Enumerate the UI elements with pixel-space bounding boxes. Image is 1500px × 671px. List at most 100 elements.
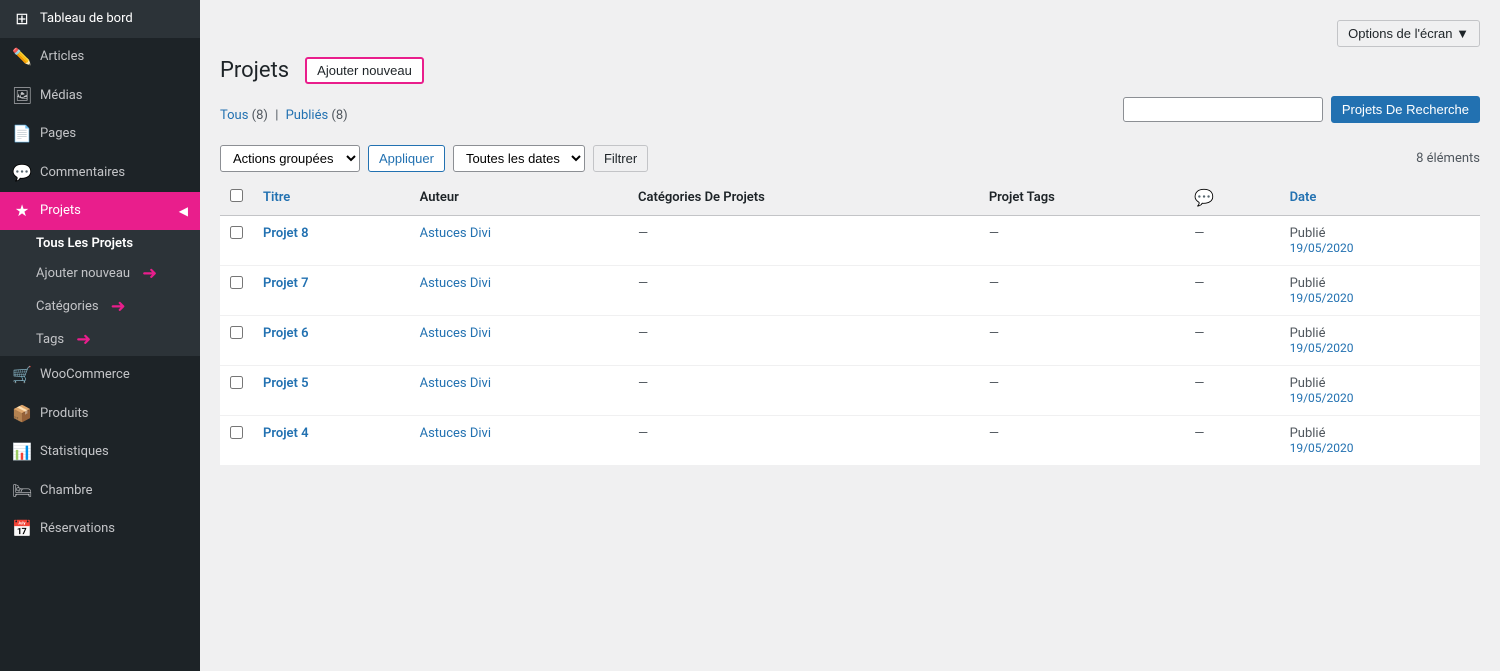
col-comments: 💬 [1184, 180, 1279, 216]
sidebar-item-produits[interactable]: 📦 Produits [0, 395, 200, 433]
filter-links: Tous (8) | Publiés (8) [220, 108, 348, 123]
row-checkbox-cell [220, 366, 253, 416]
row-date: Publié 19/05/2020 [1280, 416, 1480, 466]
project-title-link[interactable]: Projet 4 [263, 426, 309, 441]
date-link[interactable]: 19/05/2020 [1290, 441, 1470, 455]
col-titre[interactable]: Titre [253, 180, 410, 216]
table-row: Projet 7 Astuces Divi — — — Publié 19/05… [220, 266, 1480, 316]
project-title-link[interactable]: Projet 8 [263, 226, 309, 241]
filter-publies[interactable]: Publiés [286, 108, 329, 123]
table-row: Projet 5 Astuces Divi — — — Publié 19/05… [220, 366, 1480, 416]
row-titre: Projet 4 [253, 416, 410, 466]
sidebar-item-ajouter-nouveau[interactable]: Ajouter nouveau ➜ [0, 257, 200, 290]
reservations-icon: 📅 [12, 518, 32, 540]
filter-tous[interactable]: Tous [220, 108, 248, 123]
row-checkbox-cell [220, 266, 253, 316]
row-tags: — [979, 366, 1184, 416]
sidebar-item-chambre[interactable]: 🛏 Chambre [0, 472, 200, 510]
author-link[interactable]: Astuces Divi [420, 326, 491, 341]
main-content: Options de l'écran ▼ Projets Ajouter nou… [200, 0, 1500, 671]
col-categories: Catégories De Projets [628, 180, 979, 216]
row-tags: — [979, 266, 1184, 316]
commentaires-icon: 💬 [12, 162, 32, 184]
row-date: Publié 19/05/2020 [1280, 316, 1480, 366]
medias-icon: 🖼 [12, 85, 32, 107]
row-date: Publié 19/05/2020 [1280, 216, 1480, 266]
screen-options-button[interactable]: Options de l'écran ▼ [1337, 20, 1480, 47]
sidebar-item-medias[interactable]: 🖼 Médias [0, 77, 200, 115]
author-link[interactable]: Astuces Divi [420, 276, 491, 291]
row-auteur: Astuces Divi [410, 316, 628, 366]
row-comments: — [1184, 316, 1279, 366]
sidebar-item-pages[interactable]: 📄 Pages [0, 115, 200, 153]
row-auteur: Astuces Divi [410, 416, 628, 466]
row-titre: Projet 5 [253, 366, 410, 416]
row-checkbox-cell [220, 316, 253, 366]
row-checkbox-cell [220, 416, 253, 466]
articles-icon: ✏️ [12, 46, 32, 68]
sidebar-item-projets[interactable]: ★ Projets ◀ [0, 192, 200, 230]
add-new-button[interactable]: Ajouter nouveau [305, 57, 424, 84]
sidebar-item-commentaires[interactable]: 💬 Commentaires [0, 154, 200, 192]
produits-icon: 📦 [12, 403, 32, 425]
author-link[interactable]: Astuces Divi [420, 226, 491, 241]
row-checkbox[interactable] [230, 276, 243, 289]
comment-bubble-icon: 💬 [1194, 188, 1214, 207]
row-comments: — [1184, 266, 1279, 316]
project-title-link[interactable]: Projet 7 [263, 276, 309, 291]
table-row: Projet 6 Astuces Divi — — — Publié 19/05… [220, 316, 1480, 366]
row-date: Publié 19/05/2020 [1280, 266, 1480, 316]
sidebar-item-articles[interactable]: ✏️ Articles [0, 38, 200, 76]
select-all-checkbox[interactable] [230, 189, 243, 202]
row-tags: — [979, 416, 1184, 466]
row-comments: — [1184, 366, 1279, 416]
col-date[interactable]: Date [1280, 180, 1480, 216]
dashboard-icon: ⊞ [12, 8, 32, 30]
sidebar-item-statistiques[interactable]: 📊 Statistiques [0, 433, 200, 471]
search-input[interactable] [1123, 97, 1323, 122]
project-title-link[interactable]: Projet 6 [263, 326, 309, 341]
page-title: Projets [220, 58, 289, 83]
projets-collapse-arrow: ◀ [179, 203, 188, 220]
sidebar-item-reservations[interactable]: 📅 Réservations [0, 510, 200, 548]
projets-submenu: Tous Les Projets Ajouter nouveau ➜ Catég… [0, 230, 200, 356]
row-checkbox[interactable] [230, 376, 243, 389]
date-link[interactable]: 19/05/2020 [1290, 391, 1470, 405]
sidebar-item-tags[interactable]: Tags ➜ [0, 323, 200, 356]
row-auteur: Astuces Divi [410, 266, 628, 316]
row-checkbox-cell [220, 216, 253, 266]
project-title-link[interactable]: Projet 5 [263, 376, 309, 391]
sidebar-item-tableau-de-bord[interactable]: ⊞ Tableau de bord [0, 0, 200, 38]
row-comments: — [1184, 216, 1279, 266]
statistiques-icon: 📊 [12, 441, 32, 463]
apply-button[interactable]: Appliquer [368, 145, 445, 172]
author-link[interactable]: Astuces Divi [420, 426, 491, 441]
dates-select[interactable]: Toutes les dates [453, 145, 585, 172]
author-link[interactable]: Astuces Divi [420, 376, 491, 391]
col-auteur: Auteur [410, 180, 628, 216]
date-link[interactable]: 19/05/2020 [1290, 341, 1470, 355]
row-categories: — [628, 266, 979, 316]
arrow-categories: ➜ [111, 296, 126, 317]
table-row: Projet 8 Astuces Divi — — — Publié 19/05… [220, 216, 1480, 266]
search-button[interactable]: Projets De Recherche [1331, 96, 1480, 123]
arrow-ajouter-nouveau: ➜ [142, 263, 157, 284]
toolbar-row: Actions groupées Appliquer Toutes les da… [220, 145, 1480, 172]
projects-table: Titre Auteur Catégories De Projets Proje… [220, 180, 1480, 466]
row-categories: — [628, 216, 979, 266]
row-checkbox[interactable] [230, 326, 243, 339]
actions-select[interactable]: Actions groupées [220, 145, 360, 172]
col-tags: Projet Tags [979, 180, 1184, 216]
row-auteur: Astuces Divi [410, 366, 628, 416]
date-link[interactable]: 19/05/2020 [1290, 291, 1470, 305]
row-checkbox[interactable] [230, 426, 243, 439]
date-link[interactable]: 19/05/2020 [1290, 241, 1470, 255]
row-comments: — [1184, 416, 1279, 466]
arrow-tags: ➜ [76, 329, 91, 350]
row-checkbox[interactable] [230, 226, 243, 239]
table-row: Projet 4 Astuces Divi — — — Publié 19/05… [220, 416, 1480, 466]
sidebar: ⊞ Tableau de bord ✏️ Articles 🖼 Médias 📄… [0, 0, 200, 671]
sidebar-item-woocommerce[interactable]: 🛒 WooCommerce [0, 356, 200, 394]
filter-button[interactable]: Filtrer [593, 145, 648, 172]
sidebar-item-categories[interactable]: Catégories ➜ [0, 290, 200, 323]
